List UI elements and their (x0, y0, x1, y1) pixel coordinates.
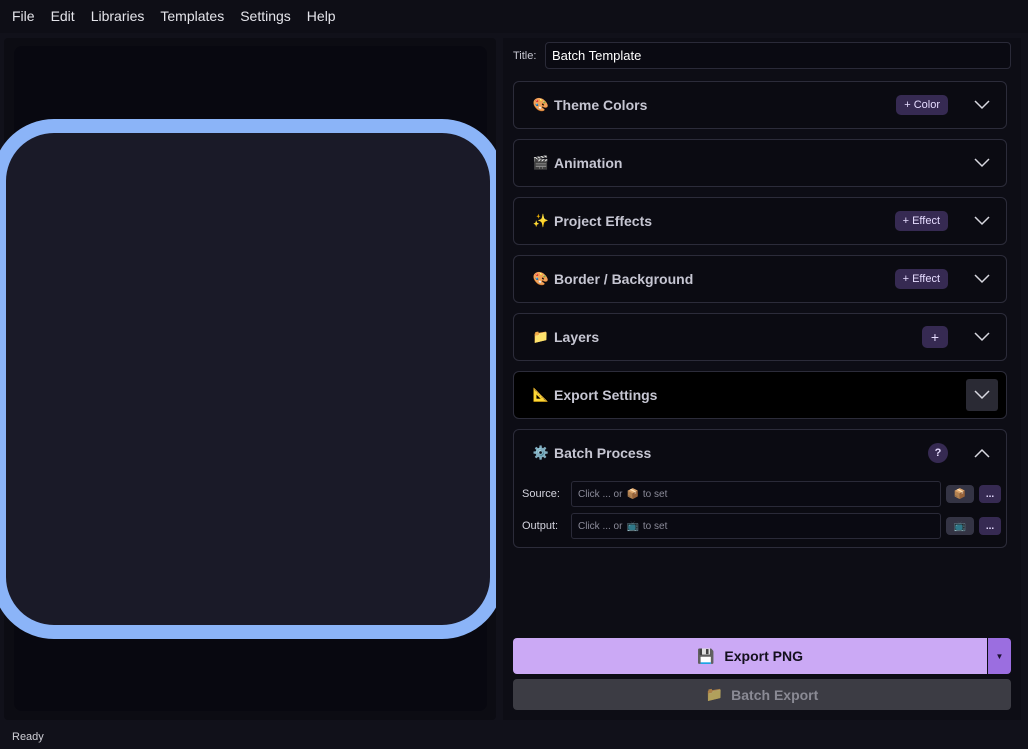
status-text: Ready (12, 731, 44, 743)
chevron-down-icon[interactable] (966, 147, 998, 179)
palette-icon: 🎨 (532, 271, 550, 286)
section-border-background[interactable]: 🎨 Border / Background + Effect (513, 255, 1007, 303)
section-title: Animation (554, 155, 623, 171)
batch-process-body: Source: Click ... or 📦 to set 📦 ... Outp… (513, 476, 1007, 548)
gear-icon: ⚙️ (532, 445, 550, 460)
chevron-down-icon[interactable] (966, 263, 998, 295)
source-browse-button[interactable]: ... (979, 485, 1001, 503)
output-hint-prefix: Click ... or (578, 520, 623, 532)
sparkles-icon: ✨ (532, 213, 550, 228)
output-label: Output: (522, 520, 559, 532)
source-pick-button[interactable]: 📦 (946, 485, 974, 503)
batch-export-label: Batch Export (731, 686, 819, 703)
chevron-down-icon[interactable] (966, 321, 998, 353)
export-dropdown-button[interactable]: ▼ (988, 638, 1011, 674)
output-browse-button[interactable]: ... (979, 517, 1001, 535)
chevron-down-icon[interactable] (966, 379, 998, 411)
source-input[interactable]: Click ... or 📦 to set (571, 481, 941, 507)
section-title: Project Effects (554, 213, 653, 229)
source-hint-suffix: to set (642, 488, 668, 500)
chevron-down-icon[interactable] (966, 89, 998, 121)
output-input[interactable]: Click ... or 📺 to set (571, 513, 941, 539)
folder-icon: 📁 (705, 686, 724, 702)
title-input[interactable] (545, 42, 1011, 69)
palette-icon: 🎨 (532, 97, 550, 112)
help-button[interactable]: ? (928, 443, 948, 463)
triangle-ruler-icon: 📐 (532, 387, 550, 402)
section-title: Batch Process (554, 445, 652, 461)
tv-icon: 📺 (626, 520, 639, 532)
folder-icon: 📁 (532, 329, 550, 344)
add-layer-button[interactable]: + (922, 326, 948, 348)
chevron-down-icon[interactable] (966, 205, 998, 237)
output-hint-suffix: to set (642, 520, 668, 532)
preview-frame (0, 119, 496, 639)
section-title: Border / Background (554, 271, 694, 287)
section-theme-colors[interactable]: 🎨 Theme Colors + Color (513, 81, 1007, 129)
section-title: Theme Colors (554, 97, 648, 113)
add-border-effect-button[interactable]: + Effect (894, 269, 948, 289)
package-icon: 📦 (626, 488, 639, 500)
chevron-up-icon[interactable] (966, 437, 998, 469)
section-animation[interactable]: 🎬 Animation (513, 139, 1007, 187)
source-label: Source: (522, 488, 560, 500)
preview-canvas[interactable] (0, 0, 496, 720)
clapperboard-icon: 🎬 (532, 155, 550, 170)
floppy-disk-icon: 💾 (696, 647, 715, 664)
output-row: Output: Click ... or 📺 to set 📺 ... (522, 513, 1002, 539)
output-pick-button[interactable]: 📺 (946, 517, 974, 535)
section-title: Export Settings (554, 387, 658, 403)
section-layers[interactable]: 📁 Layers + (513, 313, 1007, 361)
export-png-button[interactable]: 💾 Export PNG (513, 638, 987, 674)
batch-export-button[interactable]: 📁 Batch Export (513, 679, 1011, 710)
section-export-settings[interactable]: 📐 Export Settings (513, 371, 1007, 419)
section-project-effects[interactable]: ✨ Project Effects + Effect (513, 197, 1007, 245)
add-color-button[interactable]: + Color (896, 95, 948, 115)
title-row: Title: (513, 42, 1011, 69)
section-batch-process[interactable]: ⚙️ Batch Process ? (513, 429, 1007, 477)
export-png-label: Export PNG (724, 648, 803, 664)
source-hint-prefix: Click ... or (578, 488, 623, 500)
add-effect-button[interactable]: + Effect (894, 211, 948, 231)
source-row: Source: Click ... or 📦 to set 📦 ... (522, 481, 1002, 507)
title-label: Title: (513, 49, 537, 62)
section-title: Layers (554, 329, 600, 345)
